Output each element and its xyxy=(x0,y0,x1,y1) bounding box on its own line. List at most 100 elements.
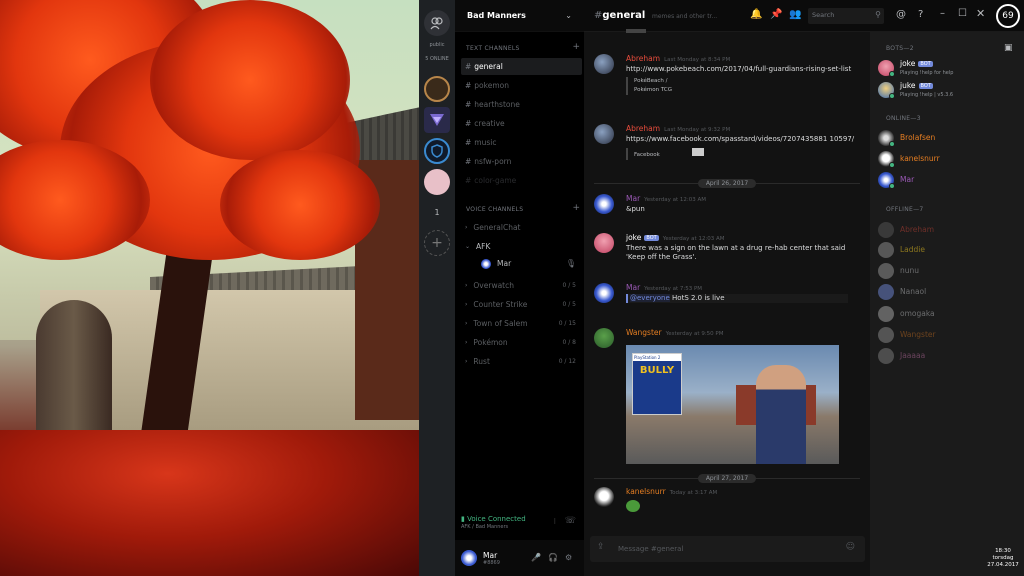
mention[interactable]: @everyone xyxy=(630,294,670,302)
scroll-hint xyxy=(626,29,646,33)
message-author[interactable]: Mar Yesterday at 12:03 AM xyxy=(626,194,706,203)
channel-nsfw[interactable]: # nsfw-porn xyxy=(461,153,582,170)
help-icon[interactable]: ? xyxy=(918,9,923,20)
message-author[interactable]: joke BOT Yesterday at 12:03 AM xyxy=(626,233,725,242)
close-icon[interactable]: ✕ xyxy=(976,7,985,20)
message-link[interactable]: http://www.pokebeach.com/2017/04/full-gu… xyxy=(626,65,856,74)
channel-color-game[interactable]: # color-game xyxy=(461,172,582,189)
chevron-down-icon[interactable]: ⌄ xyxy=(565,11,572,20)
avatar[interactable] xyxy=(594,54,614,74)
voice-member-mar[interactable]: Mar 🎙 xyxy=(477,255,582,272)
avatar[interactable] xyxy=(594,233,614,253)
voice-channel-town-of-salem[interactable]: › Town of Salem 0 / 15 xyxy=(461,315,582,332)
guild-header[interactable]: Bad Manners ⌄ xyxy=(455,0,584,32)
member-item[interactable]: Jaaaaa xyxy=(878,346,1018,366)
message-input[interactable]: ⇪ Message #general ☺ xyxy=(590,536,865,562)
add-server-button[interactable]: + xyxy=(424,230,450,256)
upload-icon[interactable]: ⇪ xyxy=(597,542,605,552)
avatar[interactable] xyxy=(594,328,614,348)
hash-icon: # xyxy=(465,100,472,109)
member-item[interactable]: kanelsnurr xyxy=(878,149,1018,169)
pin-icon[interactable]: 📌 xyxy=(770,9,782,20)
voice-channel-afk[interactable]: ⌄ AFK xyxy=(461,238,582,255)
image-attachment[interactable]: PlayStation 2 BULLY xyxy=(626,345,839,464)
voice-info-icon[interactable]: ⁝ xyxy=(553,517,556,526)
member-item[interactable]: nunu xyxy=(878,261,1018,281)
member-item[interactable]: joke BOT Playing !help for help xyxy=(878,58,1018,78)
channel-general[interactable]: # general xyxy=(461,58,582,75)
disconnect-icon[interactable]: ☏ xyxy=(565,516,576,526)
shield-server-icon[interactable] xyxy=(424,138,450,164)
online-status xyxy=(889,183,895,189)
add-voice-channel-icon[interactable]: + xyxy=(572,203,580,213)
avatar[interactable] xyxy=(594,487,614,507)
member-item[interactable]: Abreham xyxy=(878,220,1018,240)
member-item[interactable]: Nanaol xyxy=(878,282,1018,302)
emoji-picker-icon[interactable]: ☺ xyxy=(846,542,855,552)
search-input[interactable]: Search ⚲ xyxy=(808,8,884,24)
discord-icon[interactable]: ▣ xyxy=(1004,43,1013,53)
minimize-icon[interactable]: – xyxy=(940,8,945,19)
maximize-icon[interactable]: ☐ xyxy=(958,8,967,19)
game-cover: PlayStation 2 BULLY xyxy=(632,353,682,415)
avatar[interactable] xyxy=(594,283,614,303)
headphones-icon[interactable]: 🎧 xyxy=(548,553,558,562)
member-game: Playing !help for help xyxy=(900,70,954,76)
message-author[interactable]: Mar Yesterday at 7:53 PM xyxy=(626,283,702,292)
notification-bell-icon[interactable]: 🔔 xyxy=(750,9,762,20)
microphone-icon[interactable]: 🎤 xyxy=(531,553,541,562)
server-icon-2[interactable] xyxy=(424,107,450,133)
voice-status-title: Voice Connected xyxy=(467,515,526,523)
timestamp: Last Monday at 9:32 PM xyxy=(664,127,731,133)
message-author[interactable]: kanelsnurr Today at 3:17 AM xyxy=(626,487,717,496)
voice-channel-counter-strike[interactable]: › Counter Strike 0 / 5 xyxy=(461,296,582,313)
channel-hearthstone[interactable]: # hearthstone xyxy=(461,96,582,113)
voice-channel-generalchat[interactable]: › GeneralChat xyxy=(461,219,582,236)
member-list-icon[interactable]: 👥 xyxy=(789,9,801,20)
channel-pokemon[interactable]: # pokemon xyxy=(461,77,582,94)
member-name: Laddie xyxy=(900,245,925,254)
avatar xyxy=(878,263,894,279)
member-name: Jaaaaa xyxy=(900,351,926,360)
message-link[interactable]: https://www.facebook.com/spasstard/video… xyxy=(626,135,856,144)
voice-channel-pokemon[interactable]: › Pokémon 0 / 8 xyxy=(461,334,582,351)
member-item[interactable]: omogaka xyxy=(878,304,1018,324)
avatar[interactable] xyxy=(594,124,614,144)
server-bad-manners-icon[interactable] xyxy=(424,76,450,102)
mentions-icon[interactable]: @ xyxy=(896,9,906,20)
avatar[interactable] xyxy=(594,194,614,214)
message-author[interactable]: Wangster Yesterday at 9:50 PM xyxy=(626,328,723,337)
pepe-emoji[interactable] xyxy=(626,500,640,512)
add-text-channel-icon[interactable]: + xyxy=(572,42,580,52)
search-placeholder: Search xyxy=(812,11,835,19)
channel-label: nsfw-porn xyxy=(474,157,512,166)
avatar[interactable] xyxy=(461,550,477,566)
server-icon-4[interactable] xyxy=(424,169,450,195)
member-item[interactable]: Wangster xyxy=(878,325,1018,345)
avatar xyxy=(878,222,894,238)
voice-channel-overwatch[interactable]: › Overwatch 0 / 5 xyxy=(461,277,582,294)
text-channels-header[interactable]: TEXT CHANNELS xyxy=(466,45,520,52)
member-item[interactable]: Mar xyxy=(878,170,1018,190)
avatar xyxy=(878,348,894,364)
settings-gear-icon[interactable]: ⚙ xyxy=(565,553,572,562)
chevron-right-icon: › xyxy=(465,339,468,346)
message-author[interactable]: Abreham Last Monday at 9:32 PM xyxy=(626,124,730,133)
message-author[interactable]: Abreham Last Monday at 8:34 PM xyxy=(626,54,730,63)
channel-music[interactable]: # music xyxy=(461,134,582,151)
timestamp: Today at 3:17 AM xyxy=(669,490,718,496)
system-clock[interactable]: 18:30 torsdag 27.04.2017 xyxy=(982,548,1024,569)
voice-channel-rust[interactable]: › Rust 0 / 12 xyxy=(461,353,582,370)
channel-creative[interactable]: # creative xyxy=(461,115,582,132)
voice-channels-header[interactable]: VOICE CHANNELS xyxy=(466,206,523,213)
direct-messages-icon[interactable] xyxy=(424,10,450,36)
member-item[interactable]: juke BOT Playing !help | v5.3.6 xyxy=(878,80,1018,100)
member-item[interactable]: Brolafsen xyxy=(878,128,1018,148)
message-list: Abreham Last Monday at 8:34 PM http://www… xyxy=(584,29,870,576)
hash-icon: # xyxy=(465,138,472,147)
timestamp: Yesterday at 9:50 PM xyxy=(665,331,724,337)
member-name: Wangster xyxy=(900,330,936,339)
user-limit: 0 / 5 xyxy=(562,301,576,308)
member-item[interactable]: Laddie xyxy=(878,240,1018,260)
timestamp: Yesterday at 7:53 PM xyxy=(644,286,703,292)
